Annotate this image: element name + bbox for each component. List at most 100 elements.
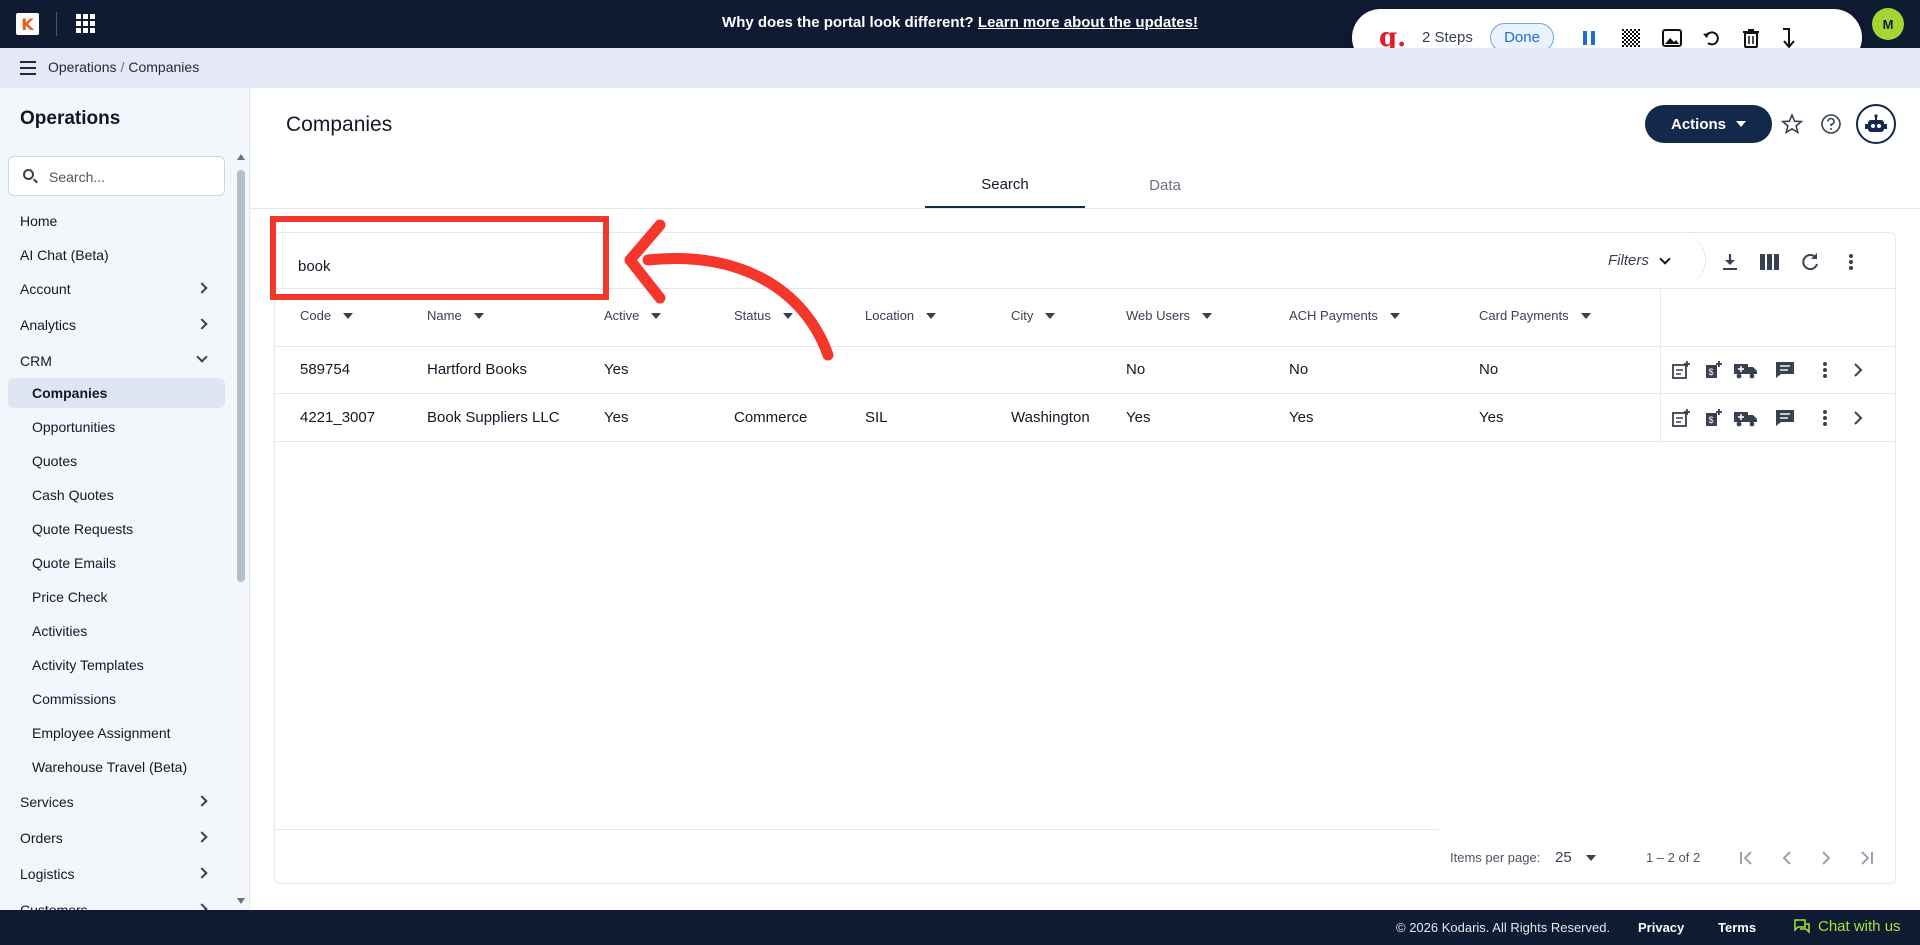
- add-quote-icon[interactable]: $: [1701, 358, 1725, 382]
- row-more-icon[interactable]: [1813, 358, 1837, 382]
- column-header-name[interactable]: Name: [427, 308, 484, 323]
- add-quote-icon[interactable]: $: [1701, 406, 1725, 430]
- sidebar-title: Operations: [20, 108, 121, 129]
- column-header-location[interactable]: Location: [865, 308, 937, 323]
- sidebar-item-employee-assignment[interactable]: Employee Assignment: [0, 718, 230, 748]
- sidebar-item-logistics[interactable]: Logistics: [0, 859, 230, 889]
- chevron-right-icon: [196, 867, 208, 879]
- more-vert-icon[interactable]: [1839, 250, 1863, 274]
- sidebar-item-warehouse-travel[interactable]: Warehouse Travel (Beta): [0, 752, 230, 782]
- previous-page-icon[interactable]: [1775, 846, 1799, 870]
- sidebar-item-crm[interactable]: CRM: [0, 346, 230, 376]
- user-avatar[interactable]: M: [1872, 8, 1904, 40]
- refresh-icon[interactable]: [1798, 250, 1822, 274]
- column-header-city[interactable]: City: [1011, 308, 1056, 323]
- cell-name: Book Suppliers LLC: [427, 409, 560, 426]
- scroll-up-arrow[interactable]: [237, 154, 245, 160]
- sidebar-item-opportunities[interactable]: Opportunities: [0, 412, 230, 442]
- breadcrumb-operations[interactable]: Operations: [48, 59, 116, 75]
- cell-web-users: No: [1126, 361, 1146, 378]
- sidebar-item-analytics[interactable]: Analytics: [0, 310, 230, 340]
- menu-icon[interactable]: [20, 61, 36, 75]
- actions-button[interactable]: Actions: [1645, 105, 1772, 143]
- cell-ach-payments: Yes: [1289, 409, 1314, 426]
- divider: [1660, 289, 1661, 441]
- sidebar-item-quotes[interactable]: Quotes: [0, 446, 230, 476]
- sidebar-scrollbar[interactable]: [237, 170, 245, 582]
- svg-text:$: $: [1709, 415, 1714, 425]
- breadcrumb: Operations / Companies: [48, 59, 200, 75]
- scroll-down-arrow[interactable]: [237, 898, 245, 904]
- sidebar-item-account[interactable]: Account: [0, 274, 230, 304]
- row-more-icon[interactable]: [1813, 406, 1837, 430]
- sort-caret-icon: [1202, 312, 1213, 319]
- sidebar-item-activity-templates[interactable]: Activity Templates: [0, 650, 230, 680]
- chevron-down-icon: [196, 351, 208, 363]
- sidebar-item-customers[interactable]: Customers: [0, 895, 230, 910]
- privacy-link[interactable]: Privacy: [1638, 920, 1684, 935]
- sidebar-item-orders[interactable]: Orders: [0, 823, 230, 853]
- breadcrumb-companies: Companies: [128, 59, 200, 75]
- sidebar-search-input[interactable]: [49, 167, 209, 187]
- tab-search[interactable]: Search: [925, 162, 1085, 208]
- cell-card-payments: Yes: [1479, 409, 1504, 426]
- pager-range: 1 – 2 of 2: [1646, 850, 1701, 865]
- chat-with-us-button[interactable]: Chat with us: [1794, 918, 1901, 935]
- add-shipment-icon[interactable]: [1734, 358, 1758, 382]
- sidebar-item-ai-chat[interactable]: AI Chat (Beta): [0, 240, 230, 270]
- cell-code: 589754: [300, 361, 351, 378]
- chevron-right-icon: [196, 318, 208, 330]
- search-icon: [23, 169, 34, 180]
- cell-status: Commerce: [734, 409, 808, 426]
- column-header-web-users[interactable]: Web Users: [1126, 308, 1213, 323]
- annotation-arrow: [624, 219, 834, 361]
- last-page-icon[interactable]: [1854, 846, 1878, 870]
- first-page-icon[interactable]: [1735, 846, 1759, 870]
- sidebar-item-quote-requests[interactable]: Quote Requests: [0, 514, 230, 544]
- sort-caret-icon: [473, 312, 484, 319]
- star-icon[interactable]: [1780, 112, 1804, 136]
- add-note-icon[interactable]: [1669, 406, 1693, 430]
- help-icon[interactable]: [1819, 112, 1843, 136]
- filters-button[interactable]: Filters: [1608, 252, 1671, 269]
- items-per-page-select[interactable]: 25: [1555, 849, 1596, 866]
- chevron-right-icon[interactable]: [1846, 406, 1870, 430]
- download-icon[interactable]: [1718, 250, 1742, 274]
- banner-learn-more-link[interactable]: Learn more about the updates!: [978, 14, 1198, 31]
- add-note-icon[interactable]: [1669, 358, 1693, 382]
- divider: [250, 208, 1920, 209]
- sidebar-search[interactable]: [8, 156, 225, 196]
- footer: © 2026 Kodaris. All Rights Reserved. Pri…: [0, 910, 1920, 945]
- sidebar-item-home[interactable]: Home: [0, 206, 230, 236]
- recorder-steps-count: 2 Steps: [1422, 29, 1473, 46]
- sidebar-item-commissions[interactable]: Commissions: [0, 684, 230, 714]
- column-header-ach-payments[interactable]: ACH Payments: [1289, 308, 1400, 323]
- caret-down-icon: [1585, 854, 1596, 861]
- add-shipment-icon[interactable]: [1734, 406, 1758, 430]
- chevron-down-icon: [1659, 252, 1671, 265]
- cell-web-users: Yes: [1126, 409, 1151, 426]
- sidebar-item-companies[interactable]: Companies: [8, 378, 225, 408]
- columns-icon[interactable]: [1758, 250, 1782, 274]
- sidebar-item-services[interactable]: Services: [0, 787, 230, 817]
- divider: [275, 829, 1439, 830]
- cell-card-payments: No: [1479, 361, 1499, 378]
- terms-link[interactable]: Terms: [1718, 920, 1756, 935]
- comment-icon[interactable]: [1773, 406, 1797, 430]
- cell-code: 4221_3007: [300, 409, 376, 426]
- sidebar-item-cash-quotes[interactable]: Cash Quotes: [0, 480, 230, 510]
- tab-data[interactable]: Data: [1085, 162, 1245, 208]
- next-page-icon[interactable]: [1814, 846, 1838, 870]
- chevron-right-icon[interactable]: [1846, 358, 1870, 382]
- assistant-bot-icon[interactable]: [1856, 104, 1896, 144]
- sort-caret-icon: [1045, 312, 1056, 319]
- sort-caret-icon: [1580, 312, 1591, 319]
- cell-city: Washington: [1011, 409, 1090, 426]
- sidebar-item-quote-emails[interactable]: Quote Emails: [0, 548, 230, 578]
- comment-icon[interactable]: [1773, 358, 1797, 382]
- sidebar-item-activities[interactable]: Activities: [0, 616, 230, 646]
- chat-icon: [1794, 919, 1810, 934]
- column-header-code[interactable]: Code: [300, 308, 354, 323]
- column-header-card-payments[interactable]: Card Payments: [1479, 308, 1591, 323]
- sidebar-item-price-check[interactable]: Price Check: [0, 582, 230, 612]
